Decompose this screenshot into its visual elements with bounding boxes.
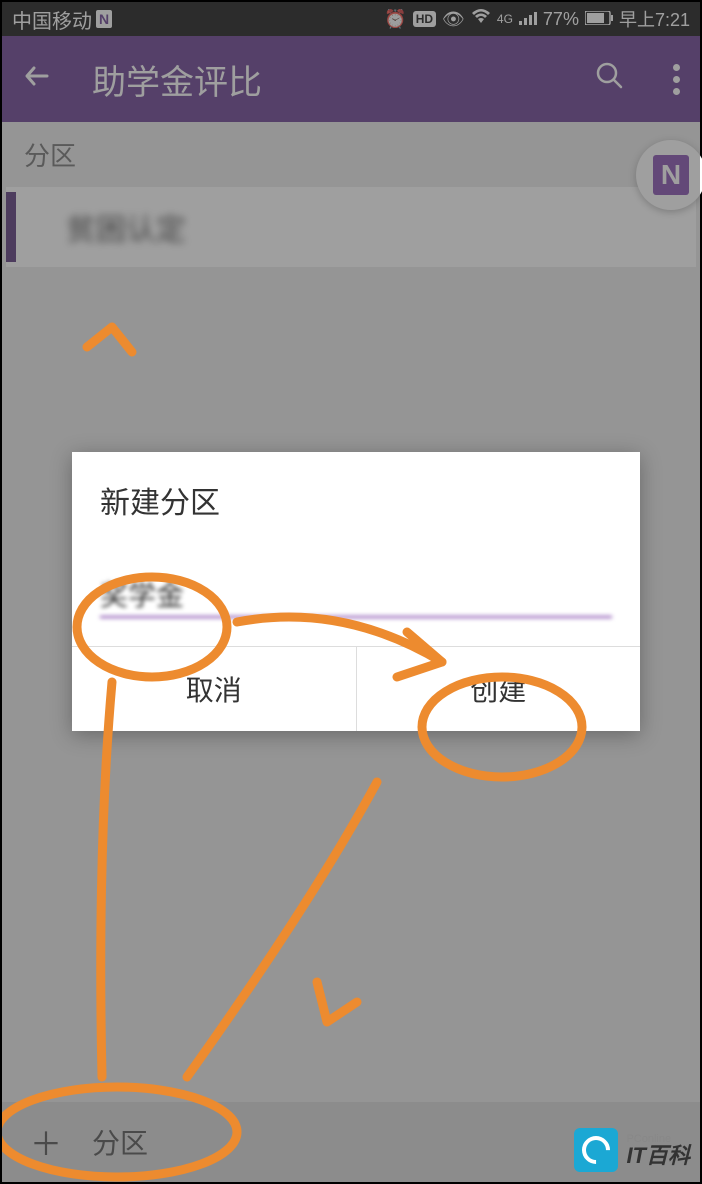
create-button[interactable]: 创建 xyxy=(357,647,641,731)
watermark-icon xyxy=(574,1128,618,1172)
dialog-title: 新建分区 xyxy=(72,452,640,542)
section-name-input[interactable] xyxy=(100,572,612,618)
watermark: PConline IT百科 xyxy=(574,1128,690,1172)
watermark-big: IT百科 xyxy=(626,1145,690,1167)
new-section-dialog: 新建分区 取消 创建 xyxy=(72,452,640,731)
cancel-button[interactable]: 取消 xyxy=(72,647,357,731)
